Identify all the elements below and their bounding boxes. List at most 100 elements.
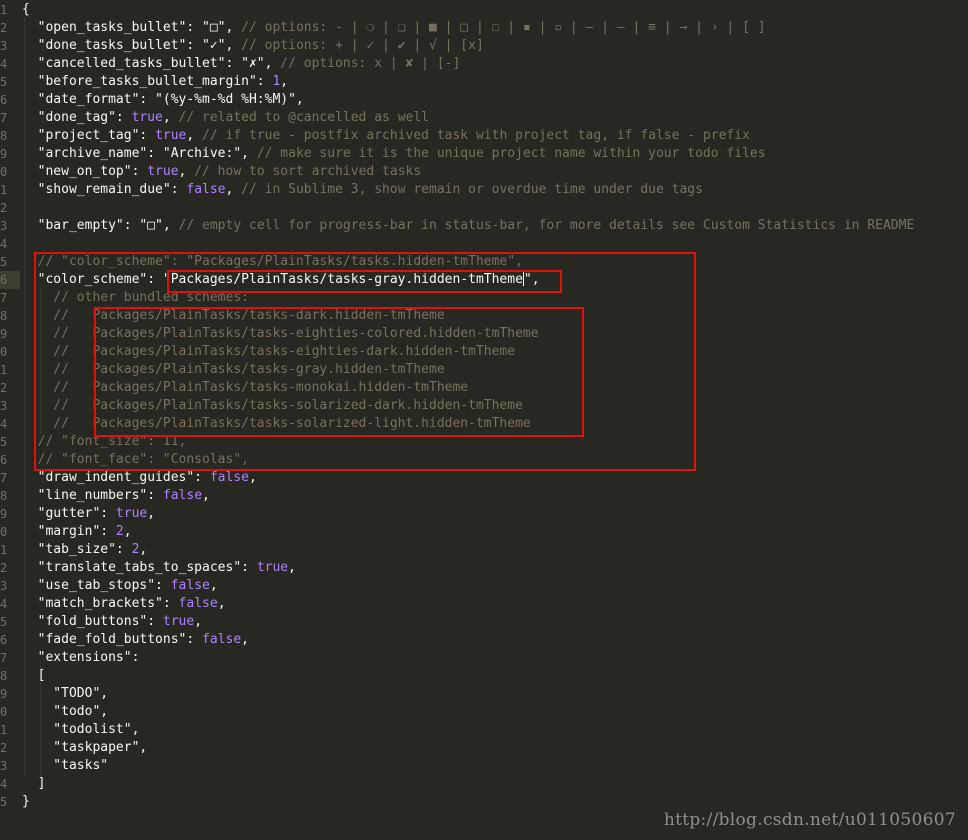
line-number: 0 — [0, 345, 8, 359]
line-number: 5 — [0, 255, 8, 269]
code-text: , — [280, 74, 289, 89]
line-number: 5 — [0, 75, 8, 89]
line-number: 2 — [0, 21, 8, 35]
code-constant: true — [115, 506, 148, 521]
code-line[interactable]: "done_tag": true, // related to @cancell… — [22, 109, 429, 127]
code-line[interactable]: "bar_empty": "□", // empty cell for prog… — [22, 217, 915, 235]
code-line[interactable]: "match_brackets": false, — [22, 595, 226, 613]
line-number: 7 — [0, 111, 8, 125]
line-number: 3 — [0, 579, 8, 593]
code-line[interactable]: "use_tab_stops": false, — [22, 577, 218, 595]
line-number: 3 — [0, 219, 8, 233]
code-line[interactable]: "show_remain_due": false, // in Sublime … — [22, 181, 703, 199]
code-text: , — [139, 542, 148, 557]
code-line[interactable]: "cancelled_tasks_bullet": "✗", // option… — [22, 55, 461, 73]
line-number: 2 — [0, 561, 8, 575]
code-line[interactable]: "project_tag": true, // if true - postfi… — [22, 127, 750, 145]
code-text: "archive_name": "Archive:", — [22, 146, 257, 161]
line-number: 5 — [0, 615, 8, 629]
code-line[interactable]: "fold_buttons": true, — [22, 613, 202, 631]
code-text: "new_on_top": — [22, 164, 148, 179]
line-number: 9 — [0, 507, 8, 521]
code-line[interactable]: "fade_fold_buttons": false, — [22, 631, 249, 649]
code-line[interactable]: "tasks" — [22, 757, 108, 775]
code-line[interactable]: ] — [22, 775, 46, 793]
code-line[interactable]: "tab_size": 2, — [22, 541, 148, 559]
code-constant: 2 — [115, 524, 124, 539]
code-constant: false — [178, 596, 218, 611]
code-comment: // related to @cancelled as well — [178, 110, 429, 125]
code-text: , — [225, 182, 242, 197]
line-number: 4 — [0, 237, 8, 251]
code-text: } — [22, 794, 30, 809]
code-line[interactable]: "date_format": "(%y-%m-%d %H:%M)", — [22, 91, 304, 109]
line-number: 6 — [0, 453, 8, 467]
code-constant: true — [162, 614, 195, 629]
code-line[interactable]: "todolist", — [22, 721, 139, 739]
code-line[interactable]: "archive_name": "Archive:", // make sure… — [22, 145, 766, 163]
code-line[interactable]: "translate_tabs_to_spaces": true, — [22, 559, 296, 577]
code-line[interactable]: "margin": 2, — [22, 523, 132, 541]
line-number: 8 — [0, 489, 8, 503]
code-line[interactable]: "draw_indent_guides": false, — [22, 469, 257, 487]
code-text: "margin": — [22, 524, 116, 539]
code-text: "line_numbers": — [22, 488, 163, 503]
code-text: , — [202, 488, 210, 503]
code-line[interactable]: "open_tasks_bullet": "□", // options: - … — [22, 19, 766, 37]
code-text: , — [288, 560, 296, 575]
code-line[interactable]: { — [22, 1, 30, 19]
code-line[interactable]: [ — [22, 667, 46, 685]
code-constant: false — [202, 632, 242, 647]
line-number: 1 — [0, 363, 8, 377]
line-number: 7 — [0, 291, 8, 305]
line-number: 7 — [0, 651, 8, 665]
color-scheme-value-highlight — [167, 270, 562, 293]
line-number: 1 — [0, 3, 8, 17]
line-number: 9 — [0, 147, 8, 161]
code-text: "done_tag": — [22, 110, 132, 125]
line-number: 6 — [0, 93, 8, 107]
line-number: 7 — [0, 471, 8, 485]
line-number: 8 — [0, 129, 8, 143]
code-line[interactable]: "line_numbers": false, — [22, 487, 210, 505]
code-text: "cancelled_tasks_bullet": "✗", — [22, 56, 281, 71]
code-text: , — [162, 110, 179, 125]
code-line[interactable]: "done_tasks_bullet": "✓", // options: + … — [22, 37, 484, 55]
code-line[interactable]: "gutter": true, — [22, 505, 155, 523]
code-text: "fade_fold_buttons": — [22, 632, 203, 647]
code-text: "fold_buttons": — [22, 614, 163, 629]
code-text: { — [22, 2, 30, 17]
code-line[interactable]: "extensions": — [22, 649, 140, 667]
line-number: 5 — [0, 435, 8, 449]
code-text: , — [217, 596, 226, 611]
code-line[interactable]: "new_on_top": true, // how to sort archi… — [22, 163, 422, 181]
code-text: , — [241, 632, 249, 647]
code-line[interactable]: } — [22, 793, 30, 811]
line-number: 0 — [0, 525, 8, 539]
code-text: "tasks" — [22, 758, 109, 773]
code-line[interactable]: "before_tasks_bullet_margin": 1, — [22, 73, 288, 91]
code-text: "done_tasks_bullet": "✓", — [22, 38, 242, 53]
code-text: "extensions": — [22, 650, 140, 665]
code-text: [ — [22, 668, 46, 683]
code-text: "bar_empty": "□", — [22, 218, 179, 233]
code-constant: false — [162, 488, 203, 503]
code-text: , — [186, 128, 203, 143]
code-text: "taskpaper", — [22, 740, 148, 755]
code-text: ] — [22, 776, 46, 791]
line-number: 4 — [0, 417, 8, 431]
line-number: 3 — [0, 399, 8, 413]
code-text: , — [209, 578, 218, 593]
line-number: 6 — [0, 273, 8, 287]
line-number: 0 — [0, 705, 8, 719]
code-text: "translate_tabs_to_spaces": — [22, 560, 257, 575]
code-line[interactable]: "taskpaper", — [22, 739, 147, 757]
code-text: "gutter": — [22, 506, 116, 521]
code-line[interactable]: "TODO", — [22, 685, 108, 703]
line-number-gutter: 1 2 3 4 5 6 7 8 9 0 1 2 3 4 5 6 7 8 9 0 1 2 3 4 5 6 7 8 9 0 1 2 3 4 5 6 7 8 9 0… — [0, 0, 20, 840]
code-comment: // in Sublime 3, show remain or overdue … — [241, 182, 703, 197]
code-text: "TODO", — [22, 686, 109, 701]
code-line[interactable]: "todo", — [22, 703, 108, 721]
code-text: , — [248, 470, 257, 485]
code-constant: false — [209, 470, 249, 485]
